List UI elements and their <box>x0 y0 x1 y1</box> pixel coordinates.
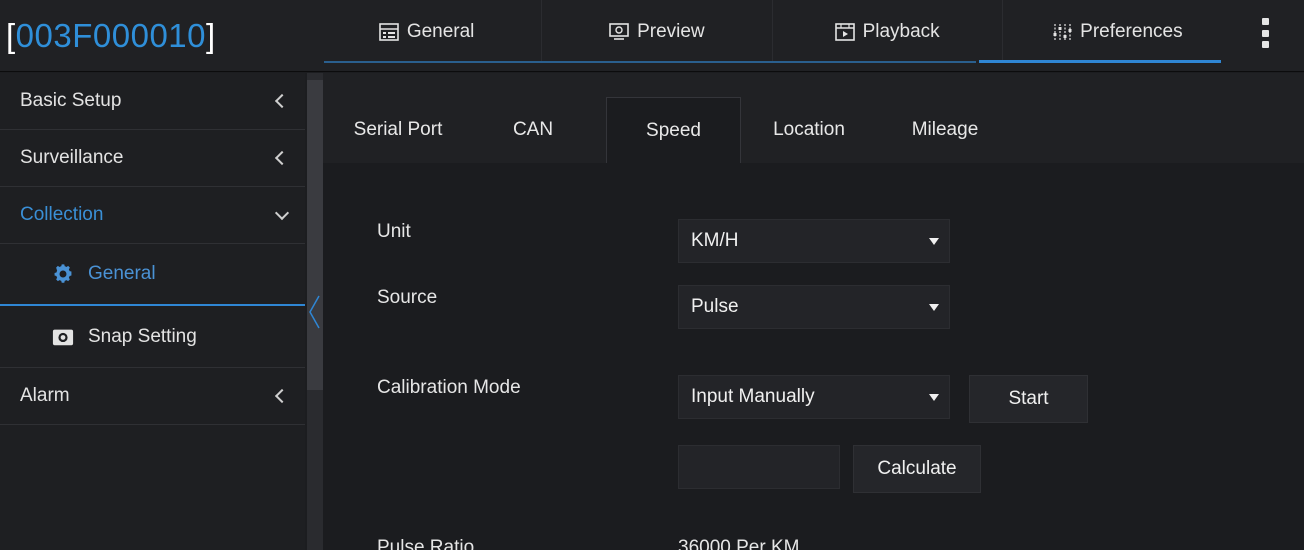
sidebar-item-label: Basic Setup <box>20 90 122 111</box>
tab-general[interactable]: General <box>312 0 543 62</box>
subtab-label: Speed <box>646 119 701 141</box>
collapse-sidebar-icon[interactable] <box>307 292 323 332</box>
source-value: Pulse <box>691 296 739 317</box>
device-id-text: 003F000010 <box>15 17 207 54</box>
sidebar-scroll-thumb[interactable] <box>307 80 323 390</box>
tab-playback-label: Playback <box>862 21 940 42</box>
top-bar: [003F000010] General Preview Playback Pr… <box>0 0 1304 72</box>
calculate-button[interactable]: Calculate <box>853 445 981 493</box>
pulse-ratio-label: Pulse Ratio <box>377 537 475 550</box>
subtab-label: Mileage <box>911 119 979 140</box>
subtab-label: Serial Port <box>353 119 443 140</box>
chevron-left-icon <box>274 388 290 404</box>
subtab-label: CAN <box>512 119 554 140</box>
monitor-icon <box>609 23 629 40</box>
main-panel: Serial Port CAN Speed Location Mileage U… <box>323 73 1304 550</box>
subtab-can[interactable]: CAN <box>493 97 573 163</box>
tab-preferences-label: Preferences <box>1080 21 1183 42</box>
tab-general-label: General <box>406 21 475 42</box>
calibration-mode-value: Input Manually <box>691 386 815 407</box>
tab-preview[interactable]: Preview <box>542 0 773 62</box>
speed-settings-form: Unit KM/H Source Pulse Calibration Mode … <box>323 163 1304 550</box>
active-tab-indicator <box>979 60 1221 63</box>
sidebar-item-collection[interactable]: Collection <box>0 187 305 244</box>
grid-icon <box>379 23 399 41</box>
sidebar-subitem-snap-setting[interactable]: Snap Setting <box>0 306 305 368</box>
subtab-serial-port[interactable]: Serial Port <box>337 97 459 163</box>
tab-underline <box>324 61 976 63</box>
calibration-mode-select[interactable]: Input Manually <box>678 375 950 419</box>
tab-preview-label: Preview <box>637 21 705 42</box>
sidebar-subitem-label: Snap Setting <box>88 325 197 347</box>
sidebar-item-label: Alarm <box>20 385 70 406</box>
unit-label: Unit <box>377 221 411 242</box>
chevron-left-icon <box>274 150 290 166</box>
device-id: [003F000010] <box>6 17 216 54</box>
gear-icon <box>54 264 72 283</box>
source-select[interactable]: Pulse <box>678 285 950 329</box>
sidebar-item-alarm[interactable]: Alarm <box>0 368 305 425</box>
sidebar-item-basic-setup[interactable]: Basic Setup <box>0 73 305 130</box>
more-menu-icon[interactable] <box>1262 18 1270 48</box>
sub-tabs: Serial Port CAN Speed Location Mileage <box>323 97 1304 163</box>
dropdown-caret-icon <box>929 304 939 311</box>
subtab-mileage[interactable]: Mileage <box>895 97 995 163</box>
dropdown-caret-icon <box>929 238 939 245</box>
source-label: Source <box>377 287 438 308</box>
calibration-value-input[interactable] <box>678 445 840 489</box>
dropdown-caret-icon <box>929 394 939 401</box>
chevron-down-icon <box>274 205 290 221</box>
subtab-speed[interactable]: Speed <box>606 97 741 163</box>
chevron-left-icon <box>274 93 290 109</box>
tab-preferences[interactable]: Preferences <box>1003 0 1232 62</box>
sidebar-item-label: Collection <box>20 204 104 225</box>
unit-select[interactable]: KM/H <box>678 219 950 263</box>
sidebar: Basic Setup Surveillance Collection Gene… <box>0 73 305 550</box>
tab-playback[interactable]: Playback <box>773 0 1003 62</box>
unit-value: KM/H <box>691 230 739 251</box>
sidebar-item-label: Surveillance <box>20 147 124 168</box>
calibration-mode-label: Calibration Mode <box>377 377 521 398</box>
sidebar-subitem-general[interactable]: General <box>0 244 305 306</box>
start-button[interactable]: Start <box>969 375 1088 423</box>
sidebar-item-surveillance[interactable]: Surveillance <box>0 130 305 187</box>
subtab-location[interactable]: Location <box>755 97 863 163</box>
sidebar-subitem-label: General <box>88 263 156 284</box>
calculate-button-label: Calculate <box>877 458 957 479</box>
subtab-label: Location <box>773 119 845 140</box>
start-button-label: Start <box>1008 388 1049 409</box>
camera-icon <box>52 329 74 345</box>
film-icon <box>834 23 855 41</box>
pulse-ratio-value: 36000 Per KM <box>678 537 800 550</box>
sliders-icon <box>1053 24 1072 40</box>
